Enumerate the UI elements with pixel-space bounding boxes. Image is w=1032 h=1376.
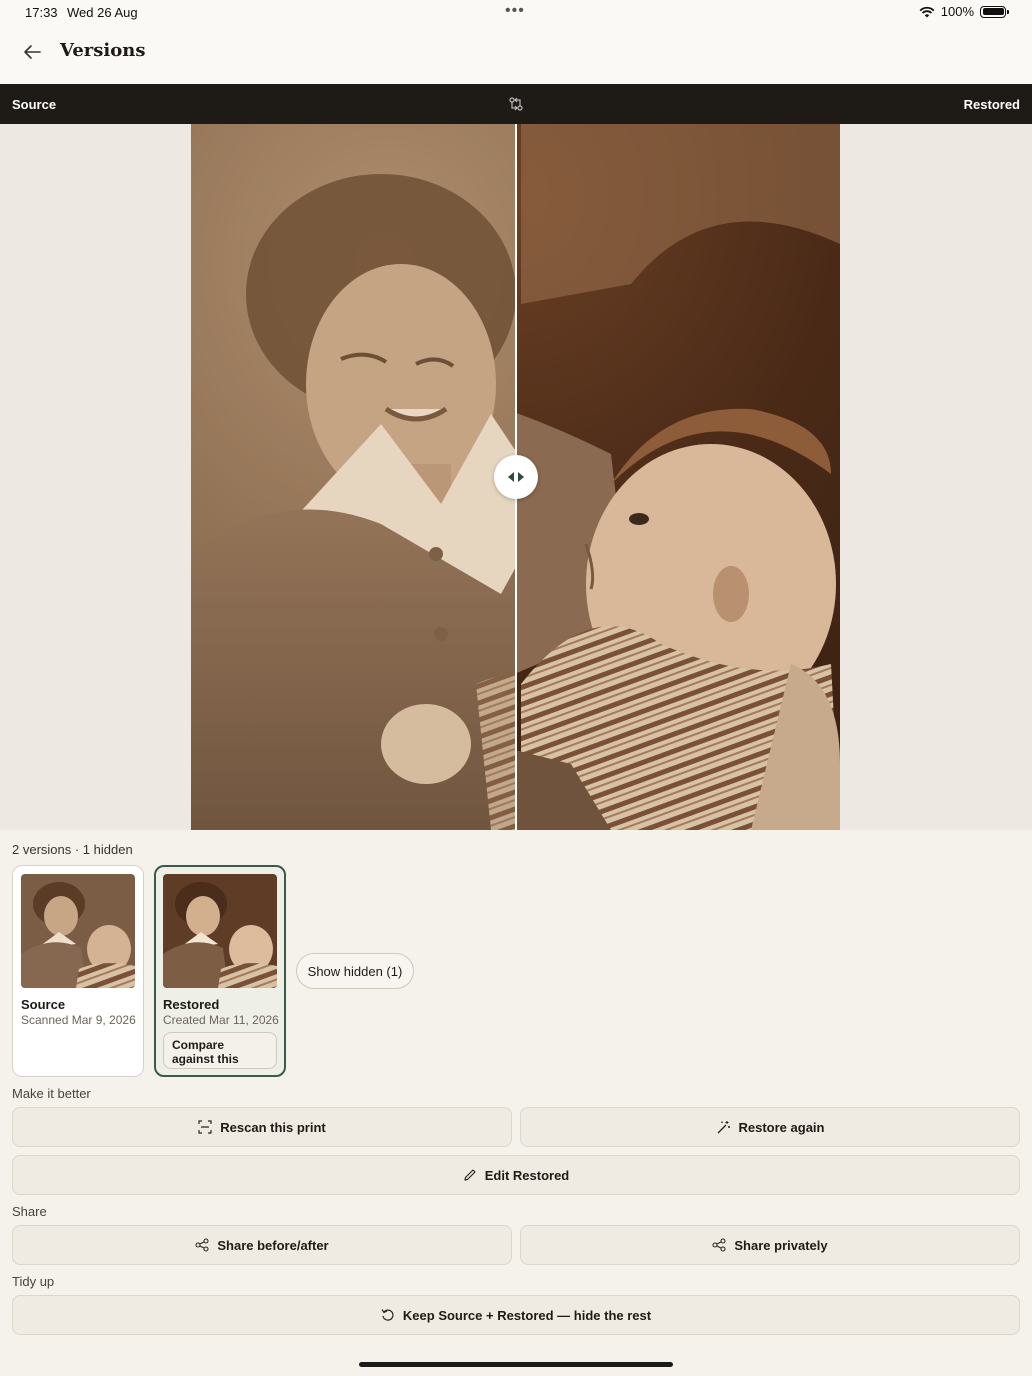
status-time: 17:33 — [25, 5, 58, 20]
keep-versions-label: Keep Source + Restored — hide the rest — [402, 1307, 652, 1323]
restored-thumbnail — [163, 874, 277, 988]
share-privately-label: Share privately — [734, 1237, 828, 1253]
swap-icon[interactable] — [508, 96, 524, 112]
share-before-after-button[interactable]: Share before/after — [12, 1225, 512, 1265]
compare-against-button[interactable]: Compare against this — [163, 1032, 277, 1069]
version-card-source[interactable]: Source Scanned Mar 9, 2026 — [12, 865, 144, 1077]
rescan-label: Rescan this print — [220, 1119, 326, 1135]
compare-right-label: Restored — [963, 97, 1020, 112]
edit-restored-button[interactable]: Edit Restored — [12, 1155, 1020, 1195]
show-hidden-button[interactable]: Show hidden (1) — [296, 953, 414, 989]
wifi-icon — [919, 6, 935, 17]
status-date: Wed 26 Aug — [67, 5, 138, 20]
compare-handle[interactable] — [494, 455, 538, 499]
compare-viewer — [0, 124, 1032, 830]
source-thumbnail — [21, 874, 135, 988]
share-privately-button[interactable]: Share privately — [520, 1225, 1020, 1265]
restore-again-button[interactable]: Restore again — [520, 1107, 1020, 1147]
restore-again-label: Restore again — [738, 1119, 825, 1135]
magic-wand-icon — [717, 1120, 730, 1133]
edit-restored-label: Edit Restored — [484, 1167, 570, 1183]
status-bar: 17:33 Wed 26 Aug ••• 100% — [0, 0, 1032, 26]
tidy-up-label: Tidy up — [12, 1274, 55, 1289]
keep-versions-button[interactable]: Keep Source + Restored — hide the rest — [12, 1295, 1020, 1335]
multitasking-dots[interactable]: ••• — [505, 2, 525, 20]
status-indicators: 100% — [919, 4, 1009, 19]
pencil-icon — [464, 1169, 476, 1181]
arrow-left-icon — [24, 45, 41, 59]
battery-percentage: 100% — [940, 4, 974, 19]
versions-summary: 2 versions · 1 hidden — [12, 842, 133, 857]
share-icon — [712, 1238, 726, 1252]
compare-left-label: Source — [12, 97, 57, 112]
rotate-icon — [381, 1309, 394, 1321]
page-title: Versions — [60, 40, 146, 61]
version-date: Scanned Mar 9, 2026 — [21, 1013, 136, 1027]
battery-icon — [980, 5, 1009, 18]
header: Versions — [0, 26, 1032, 84]
version-date: Created Mar 11, 2026 — [163, 1013, 279, 1027]
comparison-photo[interactable] — [191, 124, 840, 830]
back-button[interactable] — [20, 40, 44, 64]
share-label: Share — [12, 1204, 47, 1219]
version-card-restored[interactable]: Restored Created Mar 11, 2026 Compare ag… — [154, 865, 286, 1077]
make-better-label: Make it better — [12, 1086, 91, 1101]
share-before-after-label: Share before/after — [217, 1237, 329, 1253]
scan-icon — [198, 1120, 212, 1134]
share-icon — [195, 1238, 209, 1252]
drag-arrows-icon — [508, 472, 524, 482]
rescan-button[interactable]: Rescan this print — [12, 1107, 512, 1147]
home-indicator[interactable] — [359, 1362, 673, 1367]
version-title: Restored — [163, 997, 220, 1012]
compare-bar: Source Restored — [0, 84, 1032, 124]
version-title: Source — [21, 997, 66, 1012]
